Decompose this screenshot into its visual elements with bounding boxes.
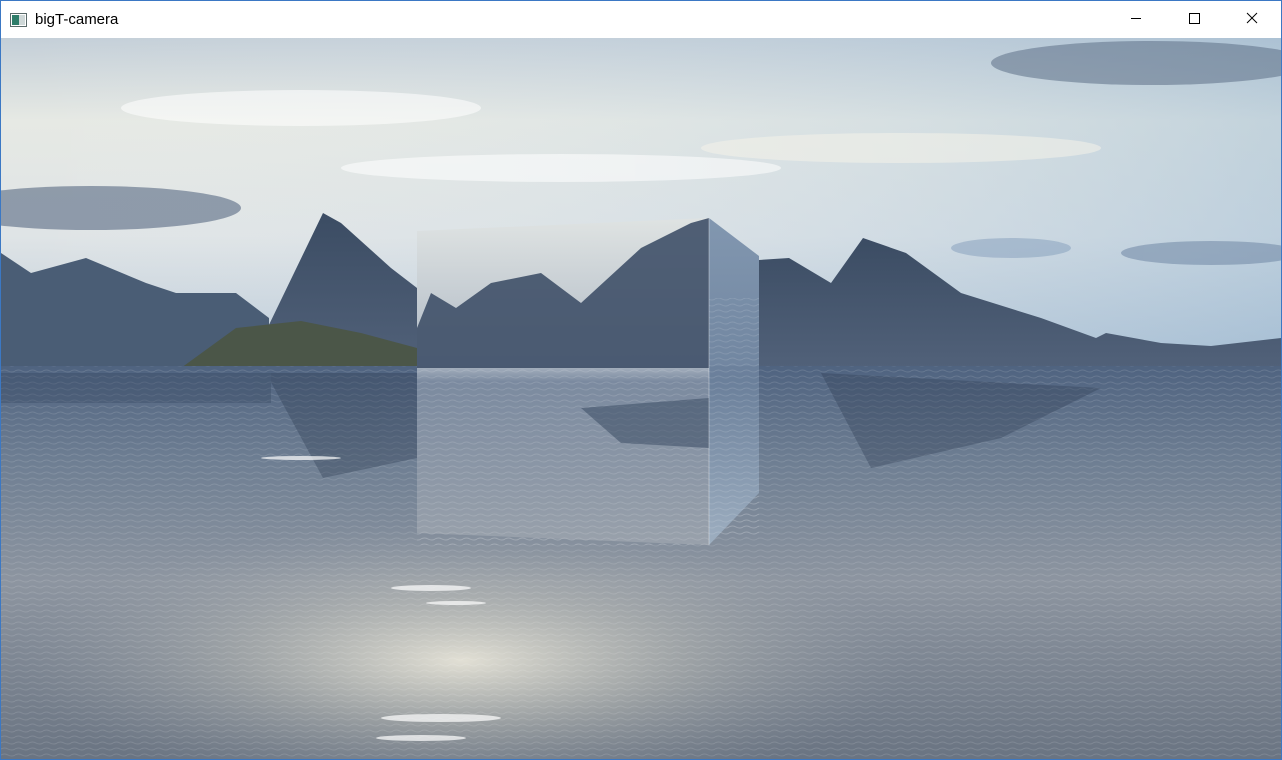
title-bar[interactable]: bigT-camera — [1, 1, 1281, 38]
maximize-button[interactable] — [1165, 1, 1223, 38]
close-icon — [1246, 11, 1258, 29]
scene-canvas — [1, 38, 1281, 759]
close-button[interactable] — [1223, 1, 1281, 38]
window-controls — [1107, 1, 1281, 38]
app-window: bigT-camera — [0, 0, 1282, 760]
minimize-button[interactable] — [1107, 1, 1165, 38]
minimize-icon — [1130, 11, 1142, 29]
window-title: bigT-camera — [35, 11, 119, 28]
render-viewport[interactable] — [1, 38, 1281, 759]
maximize-icon — [1188, 11, 1200, 29]
app-window-icon — [10, 12, 27, 27]
reflective-cube — [417, 218, 759, 545]
